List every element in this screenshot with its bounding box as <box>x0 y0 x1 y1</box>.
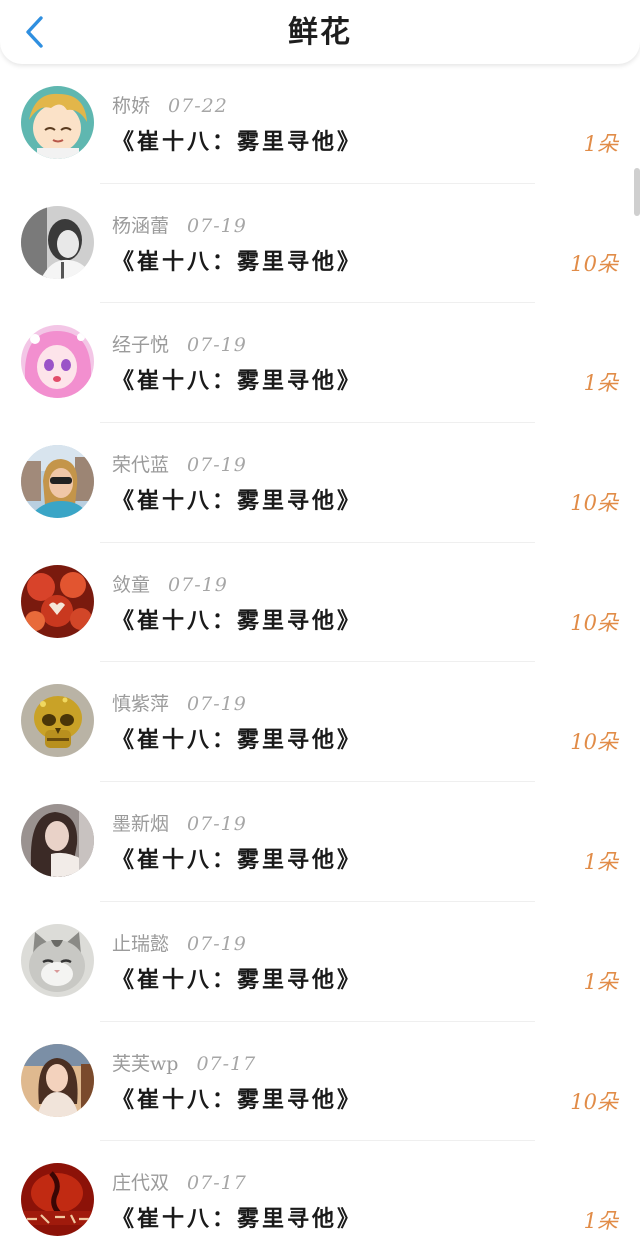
item-meta: 庄代双 07-17 <box>112 1168 247 1198</box>
book-title: 《崔十八：雾里寻他》 <box>112 1086 363 1113</box>
book-title: 《崔十八：雾里寻他》 <box>112 129 363 155</box>
gift-date: 07-19 <box>168 573 228 596</box>
gift-date: 07-17 <box>187 1172 247 1195</box>
item-meta: 荣代蓝 07-19 <box>112 450 247 480</box>
flower-gift-list: 称娇 07-22 《崔十八：雾里寻他》 1朵 杨涵蕾 07-19 《崔十八：雾里… <box>0 64 640 1247</box>
gift-date: 07-19 <box>187 454 247 477</box>
flower-count: 10朵 <box>570 730 618 755</box>
item-meta: 经子悦 07-19 <box>112 330 247 360</box>
list-item[interactable]: 芙芙wp 07-17 《崔十八：雾里寻他》 10朵 <box>0 1022 640 1142</box>
list-item[interactable]: 经子悦 07-19 《崔十八：雾里寻他》 1朵 <box>0 303 640 424</box>
flower-count: 10朵 <box>570 251 618 276</box>
cat-avatar <box>21 923 94 997</box>
item-meta: 杨涵蕾 07-19 <box>112 211 247 241</box>
red-flowers-avatar <box>21 564 94 638</box>
sender-name: 止瑞懿 <box>112 932 170 955</box>
list-item[interactable]: 荣代蓝 07-19 《崔十八：雾里寻他》 10朵 <box>0 423 640 543</box>
item-meta: 芙芙wp 07-17 <box>112 1049 256 1079</box>
book-title: 《崔十八：雾里寻他》 <box>112 966 363 993</box>
sunglasses-selfie-avatar <box>21 445 94 519</box>
sender-name: 墨新烟 <box>112 813 170 836</box>
sender-name: 敛童 <box>112 573 151 596</box>
book-title: 《崔十八：雾里寻他》 <box>112 368 363 395</box>
list-item[interactable]: 墨新烟 07-19 《崔十八：雾里寻他》 1朵 <box>0 782 640 902</box>
scrollbar-thumb[interactable] <box>634 168 640 216</box>
girl-photo-avatar <box>21 1043 94 1117</box>
flower-count: 1朵 <box>583 371 618 396</box>
item-meta: 敛童 07-19 <box>112 570 228 600</box>
item-meta: 墨新烟 07-19 <box>112 809 247 839</box>
item-meta: 称娇 07-22 <box>112 91 228 121</box>
book-title: 《崔十八：雾里寻他》 <box>112 488 363 515</box>
book-title: 《崔十八：雾里寻他》 <box>112 248 363 275</box>
list-item[interactable]: 慎紫萍 07-19 《崔十八：雾里寻他》 10朵 <box>0 662 640 783</box>
flower-count: 10朵 <box>570 491 618 516</box>
list-item[interactable]: 称娇 07-22 《崔十八：雾里寻他》 1朵 <box>0 64 640 184</box>
book-title: 《崔十八：雾里寻他》 <box>112 727 363 754</box>
list-item[interactable]: 敛童 07-19 《崔十八：雾里寻他》 10朵 <box>0 543 640 663</box>
gift-date: 07-22 <box>168 95 228 117</box>
monochrome-portrait-avatar <box>21 205 94 279</box>
flower-count: 10朵 <box>570 610 618 635</box>
flower-count: 1朵 <box>583 850 618 875</box>
sender-name: 称娇 <box>112 95 151 117</box>
flower-count: 1朵 <box>583 132 618 156</box>
sender-name: 杨涵蕾 <box>112 214 170 237</box>
woman-portrait-avatar <box>21 804 94 878</box>
gift-date: 07-19 <box>187 334 247 357</box>
sender-name: 慎紫萍 <box>112 693 170 716</box>
gift-date: 07-19 <box>187 214 247 237</box>
top-bar: 鲜花 <box>0 0 640 64</box>
flower-count: 10朵 <box>570 1089 618 1114</box>
flower-count: 1朵 <box>583 1209 618 1234</box>
golden-skull-avatar <box>21 684 94 758</box>
flower-count: 1朵 <box>583 969 618 994</box>
list-item[interactable]: 庄代双 07-17 《崔十八：雾里寻他》 1朵 <box>0 1141 640 1247</box>
sender-name: 经子悦 <box>112 334 170 357</box>
anime-boy-avatar <box>21 86 94 159</box>
item-meta: 慎紫萍 07-19 <box>112 689 247 719</box>
sender-name: 芙芙wp <box>112 1052 179 1075</box>
gift-date: 07-19 <box>187 813 247 836</box>
flowers-page: 鲜花 称娇 07-22 《崔十八：雾里寻他》 1朵 杨涵蕾 07-19 《崔十八… <box>0 0 640 1247</box>
sender-name: 庄代双 <box>112 1172 170 1195</box>
list-item[interactable]: 止瑞懿 07-19 《崔十八：雾里寻他》 1朵 <box>0 902 640 1022</box>
red-calligraphy-avatar <box>21 1163 94 1237</box>
list-item[interactable]: 杨涵蕾 07-19 《崔十八：雾里寻他》 10朵 <box>0 184 640 304</box>
sender-name: 荣代蓝 <box>112 454 170 477</box>
book-title: 《崔十八：雾里寻他》 <box>112 1206 363 1233</box>
gift-date: 07-17 <box>196 1052 257 1075</box>
gift-date: 07-19 <box>187 693 247 716</box>
gift-date: 07-19 <box>187 932 247 955</box>
anime-girl-avatar <box>21 325 94 399</box>
book-title: 《崔十八：雾里寻他》 <box>112 847 363 874</box>
book-title: 《崔十八：雾里寻他》 <box>112 607 363 634</box>
item-meta: 止瑞懿 07-19 <box>112 929 247 959</box>
page-title: 鲜花 <box>288 15 352 50</box>
